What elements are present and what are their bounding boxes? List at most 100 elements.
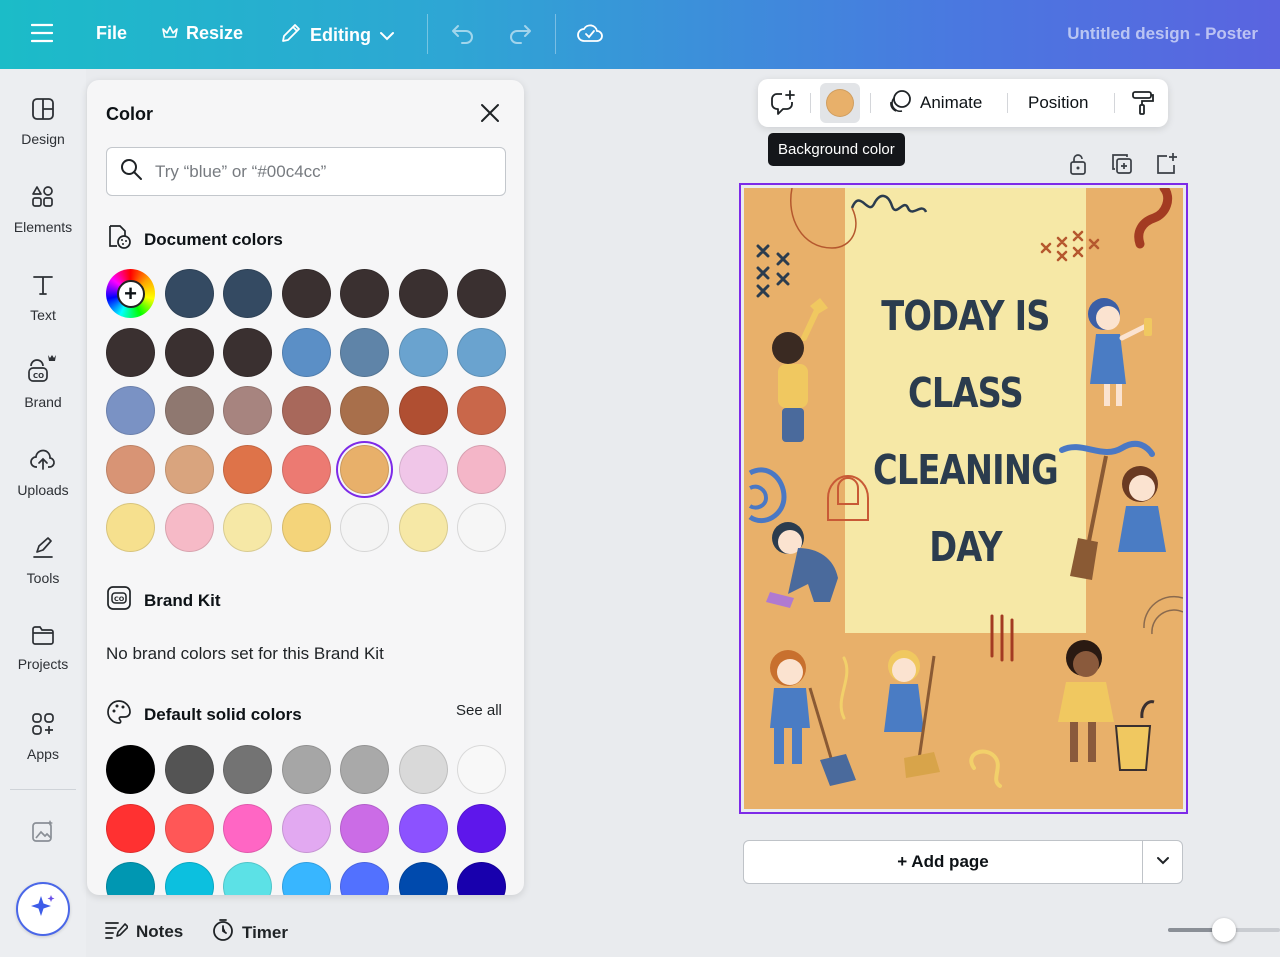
color-swatch[interactable] — [223, 269, 272, 318]
color-swatch[interactable] — [164, 444, 214, 494]
rail-item-uploads[interactable]: Uploads — [0, 448, 86, 498]
color-swatch[interactable] — [398, 503, 448, 552]
rail-item-apps[interactable]: Apps — [0, 712, 86, 762]
color-swatch[interactable] — [457, 444, 506, 494]
see-all-link[interactable]: See all — [456, 702, 502, 719]
color-swatch[interactable] — [398, 386, 448, 435]
magic-assistant-button[interactable] — [16, 882, 70, 936]
color-search-input[interactable] — [155, 161, 475, 182]
animate-button[interactable]: Animate — [888, 79, 982, 127]
file-menu[interactable]: File — [96, 23, 127, 44]
rail-item-elements[interactable]: Elements — [0, 185, 86, 235]
color-swatch[interactable] — [164, 269, 214, 318]
color-swatch[interactable] — [340, 327, 389, 377]
lock-icon[interactable] — [1066, 152, 1090, 176]
resize-button[interactable]: Resize — [162, 23, 243, 44]
cloud-check-icon[interactable] — [576, 21, 604, 45]
toolbar-divider — [555, 14, 556, 54]
color-swatch[interactable] — [106, 745, 155, 794]
color-swatch[interactable] — [457, 269, 506, 318]
timer-button[interactable]: Timer — [212, 918, 288, 947]
color-swatch[interactable] — [281, 745, 331, 794]
color-swatch[interactable] — [457, 503, 506, 552]
color-swatch[interactable] — [223, 386, 272, 435]
color-swatch[interactable] — [281, 386, 331, 435]
color-swatch[interactable] — [340, 803, 389, 853]
poster-headline[interactable]: TODAY IS CLASS CLEANING DAY — [867, 278, 1065, 586]
zoom-slider-handle[interactable] — [1212, 918, 1236, 942]
color-swatch[interactable] — [223, 803, 272, 853]
default-colors-title: Default solid colors — [144, 704, 302, 724]
color-swatch[interactable] — [398, 327, 448, 377]
crown-icon — [162, 23, 178, 44]
color-swatch[interactable] — [106, 503, 155, 552]
add-page-icon[interactable] — [1154, 152, 1178, 176]
color-swatch[interactable] — [398, 803, 448, 853]
color-swatch[interactable] — [106, 803, 155, 853]
rail-label-uploads: Uploads — [17, 482, 69, 498]
color-swatch[interactable] — [106, 444, 155, 494]
rail-item-photo-edit[interactable] — [0, 819, 86, 843]
add-page-button[interactable]: + Add page — [743, 840, 1143, 884]
rail-item-tools[interactable]: Tools — [0, 536, 86, 586]
rail-item-design[interactable]: Design — [0, 97, 86, 147]
color-swatch[interactable] — [281, 327, 331, 377]
paint-roller-icon[interactable] — [1131, 79, 1155, 127]
color-swatch[interactable] — [340, 386, 389, 435]
color-swatch[interactable] — [106, 386, 155, 435]
background-color-button[interactable] — [820, 83, 860, 123]
color-swatch[interactable] — [223, 862, 272, 895]
color-swatch[interactable] — [340, 862, 389, 895]
add-page-options-button[interactable] — [1142, 840, 1183, 884]
hamburger-icon[interactable] — [31, 23, 53, 43]
close-icon[interactable] — [477, 100, 503, 126]
rail-item-brand[interactable]: CO Brand — [0, 352, 86, 410]
color-swatch[interactable] — [164, 745, 214, 794]
color-swatch[interactable] — [281, 862, 331, 895]
undo-icon[interactable] — [450, 22, 476, 44]
color-swatch[interactable] — [164, 803, 214, 853]
color-swatch[interactable] — [340, 745, 389, 794]
color-swatch[interactable] — [164, 327, 214, 377]
poster-line-1: TODAY IS — [881, 292, 1050, 340]
color-swatch[interactable] — [164, 503, 214, 552]
color-swatch[interactable] — [457, 803, 506, 853]
add-color-button[interactable]: + — [106, 269, 155, 318]
document-title[interactable]: Untitled design - Poster — [1067, 24, 1258, 44]
color-swatch[interactable] — [340, 503, 389, 552]
color-swatch[interactable] — [398, 269, 448, 318]
rail-item-projects[interactable]: Projects — [0, 624, 86, 672]
poster-line-2: CLASS — [908, 369, 1024, 417]
color-swatch[interactable] — [223, 444, 272, 494]
color-swatch[interactable] — [223, 745, 272, 794]
color-swatch[interactable] — [340, 269, 389, 318]
color-swatch[interactable] — [457, 386, 506, 435]
color-swatch[interactable] — [398, 862, 448, 895]
rail-label-design: Design — [21, 131, 65, 147]
comment-add-icon[interactable] — [770, 79, 796, 127]
color-swatch[interactable] — [106, 862, 155, 895]
color-swatch[interactable] — [457, 327, 506, 377]
editing-mode-button[interactable]: Editing — [280, 22, 395, 49]
color-swatch[interactable] — [164, 386, 214, 435]
color-swatch[interactable] — [281, 503, 331, 552]
duplicate-icon[interactable] — [1110, 152, 1134, 176]
color-swatch[interactable] — [398, 745, 448, 794]
position-button[interactable]: Position — [1028, 79, 1088, 127]
color-swatch[interactable] — [398, 444, 448, 494]
color-swatch[interactable] — [164, 862, 214, 895]
color-swatch[interactable] — [281, 269, 331, 318]
color-swatch[interactable] — [223, 327, 272, 377]
redo-icon[interactable] — [507, 22, 533, 44]
color-swatch[interactable] — [281, 803, 331, 853]
notes-button[interactable]: Notes — [104, 918, 183, 945]
color-swatch[interactable] — [340, 444, 389, 494]
color-swatch[interactable] — [106, 327, 155, 377]
rail-item-text[interactable]: Text — [0, 273, 86, 323]
poster-selection-frame[interactable]: TODAY IS CLASS CLEANING DAY — [739, 183, 1188, 814]
color-swatch[interactable] — [457, 745, 506, 794]
poster-canvas[interactable]: TODAY IS CLASS CLEANING DAY — [744, 188, 1183, 809]
color-swatch[interactable] — [457, 862, 506, 895]
color-swatch[interactable] — [223, 503, 272, 552]
color-swatch[interactable] — [281, 444, 331, 494]
